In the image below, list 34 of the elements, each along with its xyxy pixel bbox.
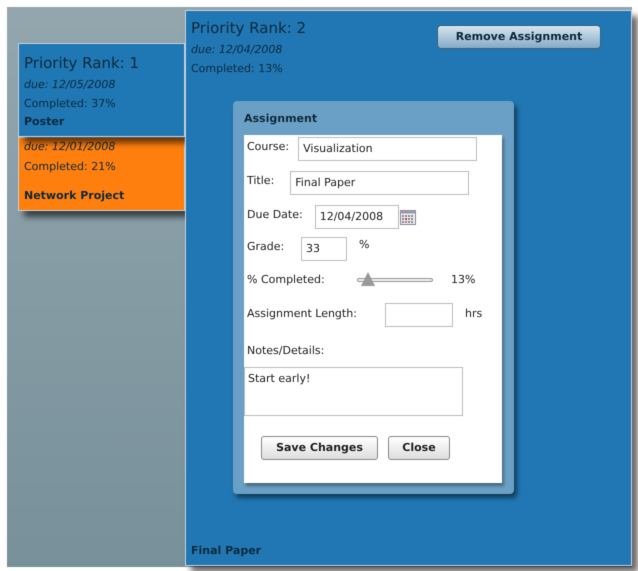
grade-field[interactable]: 33 — [301, 237, 347, 261]
remove-assignment-button[interactable]: Remove Assignment — [437, 25, 601, 49]
assignment-card[interactable]: due: 12/01/2008 Completed: 21% Network Project — [18, 137, 185, 211]
calendar-icon[interactable] — [400, 210, 416, 225]
assignment-title: Final Paper — [191, 542, 262, 558]
slider-thumb[interactable] — [360, 272, 375, 286]
assignment-title: Network Project — [24, 188, 126, 204]
field-label: Grade: — [247, 239, 286, 255]
course-field[interactable]: Visualization — [298, 137, 478, 161]
field-label: Notes/Details: — [247, 342, 326, 358]
completed-text: Completed: 21% — [24, 158, 117, 174]
length-field[interactable] — [385, 302, 453, 326]
field-label: Course: — [247, 139, 290, 155]
title-field[interactable]: Final Paper — [290, 171, 470, 195]
completed-text: Completed: 13% — [191, 61, 284, 77]
field-label: Title: — [247, 173, 274, 189]
dialog-title: Assignment — [244, 110, 318, 126]
completed-reading: 13% — [451, 272, 476, 288]
field-label: Assignment Length: — [247, 306, 358, 322]
priority-rank: Priority Rank: 2 — [191, 18, 306, 39]
dialog-button[interactable]: Close — [388, 436, 450, 460]
unit-label: % — [359, 237, 370, 253]
unit-label: hrs — [465, 306, 482, 322]
assignment-title: Poster — [24, 114, 66, 130]
notes-field[interactable]: Start early! — [244, 367, 463, 416]
due-date: due: 12/05/2008 — [24, 76, 116, 92]
field-label: Due Date: — [247, 207, 303, 223]
due-date: due: 12/04/2008 — [191, 42, 284, 58]
due-date: due: 12/01/2008 — [24, 139, 116, 155]
dialog-button[interactable]: Save Changes — [261, 436, 378, 460]
priority-rank: Priority Rank: 1 — [24, 53, 140, 74]
due-date-field[interactable]: 12/04/2008 — [314, 205, 399, 229]
field-label: % Completed: — [247, 272, 326, 288]
completed-text: Completed: 37% — [24, 96, 117, 112]
